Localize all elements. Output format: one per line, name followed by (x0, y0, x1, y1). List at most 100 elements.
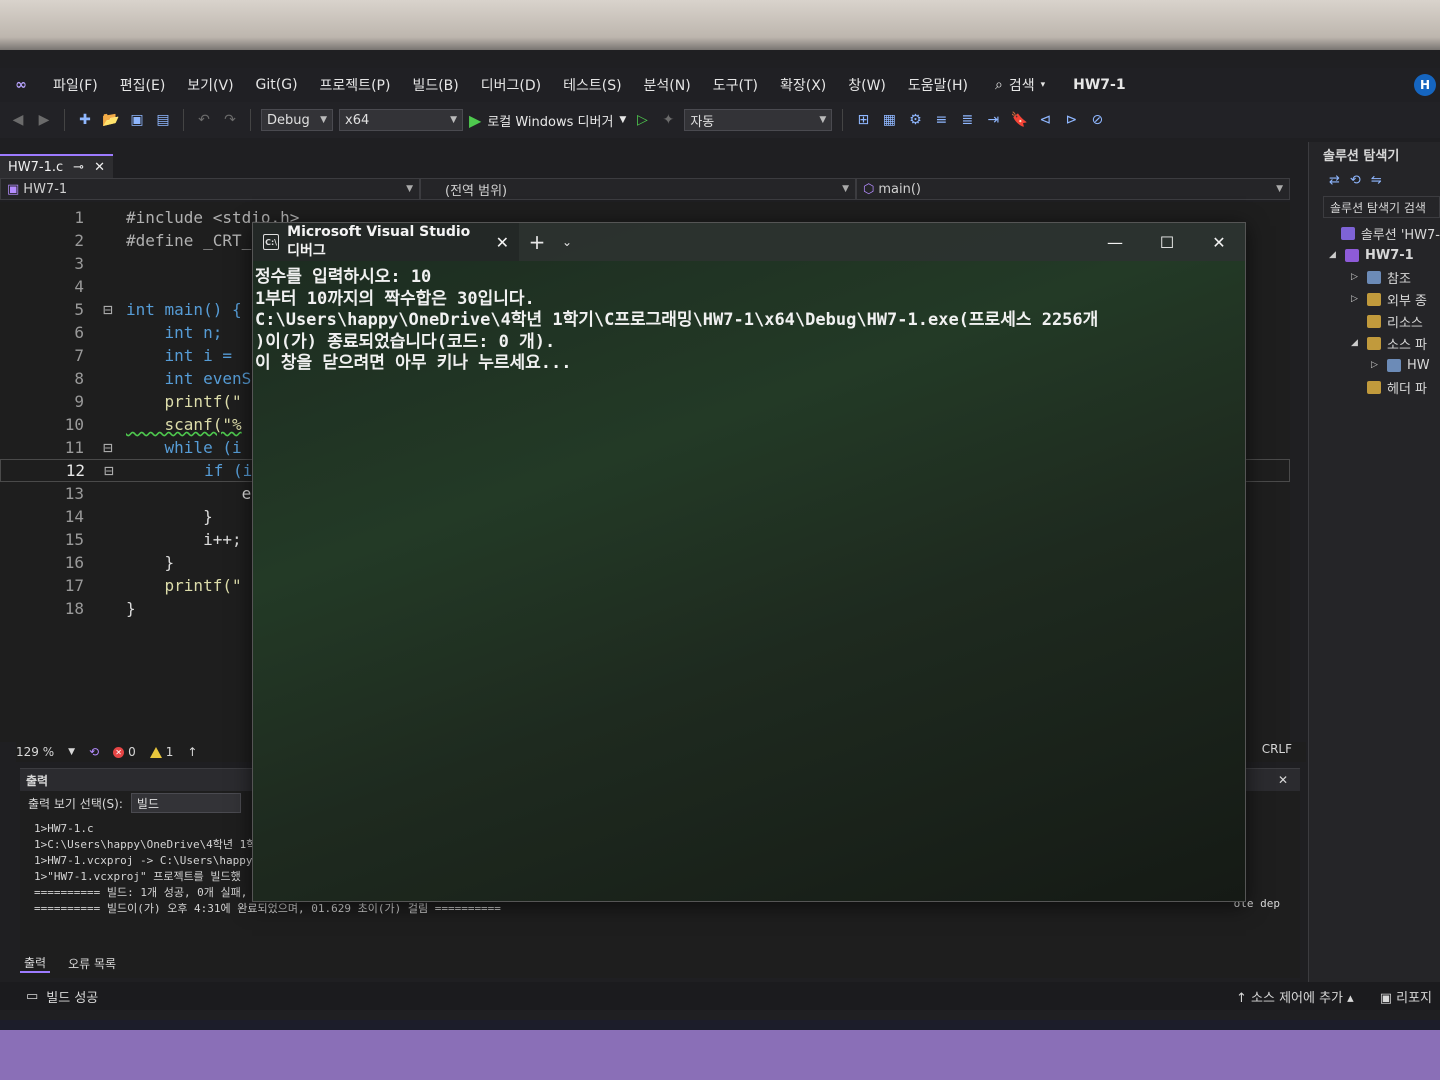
hot-reload-icon[interactable]: ✦ (658, 110, 678, 130)
tree-label: 헤더 파 (1387, 381, 1428, 397)
references-icon (1367, 270, 1381, 284)
start-without-debugging-icon[interactable]: ▷ (632, 110, 652, 130)
error-count[interactable]: ✕ 0 (113, 745, 136, 759)
tree-item-external-deps[interactable]: ▷ 외부 종 (1309, 288, 1440, 310)
close-icon[interactable]: ✕ (1278, 773, 1300, 787)
code-review-icon[interactable]: ⚙ (905, 110, 925, 130)
close-window-button[interactable]: ✕ (1193, 223, 1245, 261)
select-repository-button[interactable]: ▣ 리포지 (1380, 987, 1432, 1006)
global-search[interactable]: ⌕ 검색 ▾ (987, 73, 1053, 97)
menu-project[interactable]: 프로젝트(P) (309, 75, 402, 95)
menu-file[interactable]: 파일(F) (42, 75, 109, 95)
redo-icon[interactable]: ↷ (220, 110, 240, 130)
code-text: int n; (126, 323, 223, 342)
save-icon[interactable]: ▣ (127, 110, 147, 130)
window-layout-icon[interactable]: ▦ (879, 110, 899, 130)
output-source-select[interactable]: 빌드 (130, 793, 241, 813)
document-tab[interactable]: HW7-1.c ⊸ ✕ (0, 154, 113, 178)
add-to-source-control-button[interactable]: ↑ 소스 제어에 추가 ▴ (1236, 987, 1354, 1006)
menu-debug[interactable]: 디버그(D) (470, 75, 552, 95)
output-line: ========== 빌드이(가) 오후 4:31에 완료되었으며, 01.62… (34, 902, 501, 915)
tree-item-header-files[interactable]: 헤더 파 (1309, 376, 1440, 398)
tree-item-source-files[interactable]: ◢ 소스 파 (1309, 332, 1440, 354)
tree-label: 리소스 (1387, 315, 1423, 331)
bookmark-icon[interactable]: 🔖 (1009, 110, 1029, 130)
menu-help[interactable]: 도움말(H) (897, 75, 979, 95)
tab-output[interactable]: 출력 (20, 954, 51, 973)
menu-test[interactable]: 테스트(S) (552, 75, 632, 95)
error-icon: ✕ (113, 746, 125, 758)
debug-target-select[interactable]: 자동 ▼ (684, 109, 833, 131)
line-number: 5 (74, 300, 84, 319)
code-text: int i = (126, 346, 242, 365)
toolbar-separator (842, 109, 844, 131)
solution-search-input[interactable]: 솔루션 탐색기 검색 (1323, 196, 1440, 218)
browse-icon[interactable]: ⊞ (853, 110, 873, 130)
account-avatar[interactable]: H (1414, 74, 1436, 96)
status-left: ▭ 빌드 성공 (0, 987, 98, 1006)
clear-bookmarks-icon[interactable]: ⊘ (1087, 110, 1107, 130)
tab-error-list[interactable]: 오류 목록 (64, 955, 120, 972)
uncomment-icon[interactable]: ≣ (957, 110, 977, 130)
comment-icon[interactable]: ≡ (931, 110, 951, 130)
configuration-select[interactable]: Debug ▼ (261, 109, 333, 131)
menu-analyze[interactable]: 분석(N) (633, 75, 702, 95)
line-number: 1 (74, 208, 84, 227)
project-title: HW7-1 (1073, 77, 1126, 93)
menu-extensions[interactable]: 확장(X) (769, 75, 837, 95)
menu-window[interactable]: 창(W) (837, 75, 897, 95)
platform-select[interactable]: x64 ▼ (339, 109, 463, 131)
tree-item-solution[interactable]: 솔루션 'HW7- (1309, 222, 1440, 244)
line-number: 3 (74, 254, 84, 273)
menu-git[interactable]: Git(G) (245, 77, 309, 93)
undo-icon[interactable]: ↶ (194, 110, 214, 130)
standard-toolbar: ◀ ▶ ✚ 📂 ▣ ▤ ↶ ↷ Debug ▼ x64 ▼ ▶ 로컬 Windo… (0, 102, 1440, 138)
minimize-button[interactable]: — (1089, 223, 1141, 261)
history-icon[interactable]: ⟲ (1350, 173, 1361, 188)
zoom-level[interactable]: 129 % (16, 745, 54, 759)
health-icon[interactable]: ⟲ (89, 745, 99, 759)
next-bookmark-icon[interactable]: ⊳ (1061, 110, 1081, 130)
tree-item-source-file[interactable]: ▷ HW (1309, 354, 1440, 376)
tree-item-references[interactable]: ▷ 참조 (1309, 266, 1440, 288)
project-nav-dropdown[interactable]: ▣ HW7-1 ▼ (0, 178, 420, 200)
configuration-value: Debug (267, 112, 310, 128)
pin-icon[interactable]: ⊸ (73, 160, 84, 175)
menu-build[interactable]: 빌드(B) (401, 75, 469, 95)
save-all-icon[interactable]: ▤ (153, 110, 173, 130)
chevron-down-icon[interactable]: ▼ (68, 747, 75, 757)
indent-icon[interactable]: ⇥ (983, 110, 1003, 130)
forward-icon[interactable]: ▶ (34, 110, 54, 130)
line-number: 4 (74, 277, 84, 296)
tree-item-project[interactable]: ◢ HW7-1 (1309, 244, 1440, 266)
close-icon[interactable]: ✕ (496, 233, 509, 252)
new-item-icon[interactable]: ✚ (75, 110, 95, 130)
code-text: } (126, 507, 213, 526)
tree-arrow: ▷ (1371, 360, 1378, 370)
start-debugging-button[interactable]: ▶ 로컬 Windows 디버거 ▼ (469, 111, 626, 130)
member-nav-dropdown[interactable]: ⬡ main() ▼ (856, 178, 1290, 200)
back-icon[interactable]: ◀ (8, 110, 28, 130)
arrow-up-icon[interactable]: ↑ (187, 745, 197, 759)
screen: ∞ 파일(F) 편집(E) 보기(V) Git(G) 프로젝트(P) 빌드(B)… (0, 50, 1440, 1080)
menu-edit[interactable]: 편집(E) (109, 75, 177, 95)
tree-item-resources[interactable]: 리소스 (1309, 310, 1440, 332)
maximize-button[interactable]: ☐ (1141, 223, 1193, 261)
prev-bookmark-icon[interactable]: ⊲ (1035, 110, 1055, 130)
console-tab[interactable]: C:\ Microsoft Visual Studio 디버그 ✕ (253, 223, 519, 261)
editor-tab-strip: HW7-1.c ⊸ ✕ (0, 154, 1300, 178)
sync-icon[interactable]: ⇄ (1329, 173, 1340, 188)
open-folder-icon[interactable]: 📂 (101, 110, 121, 130)
scope-nav-dropdown[interactable]: (전역 범위) ▼ (420, 178, 856, 200)
line-ending[interactable]: CRLF (1262, 742, 1292, 756)
debug-console-window[interactable]: C:\ Microsoft Visual Studio 디버그 ✕ + ⌄ — … (252, 222, 1246, 902)
tree-arrow: ◢ (1351, 338, 1358, 348)
close-icon[interactable]: ✕ (94, 160, 105, 175)
menu-view[interactable]: 보기(V) (176, 75, 244, 95)
menu-tools[interactable]: 도구(T) (702, 75, 769, 95)
tree-label: 솔루션 'HW7- (1360, 227, 1440, 243)
chevron-down-icon[interactable]: ⌄ (555, 235, 579, 249)
new-tab-button[interactable]: + (519, 230, 555, 254)
warning-count[interactable]: 1 (149, 745, 173, 759)
collapse-icon[interactable]: ⇋ (1371, 173, 1382, 188)
